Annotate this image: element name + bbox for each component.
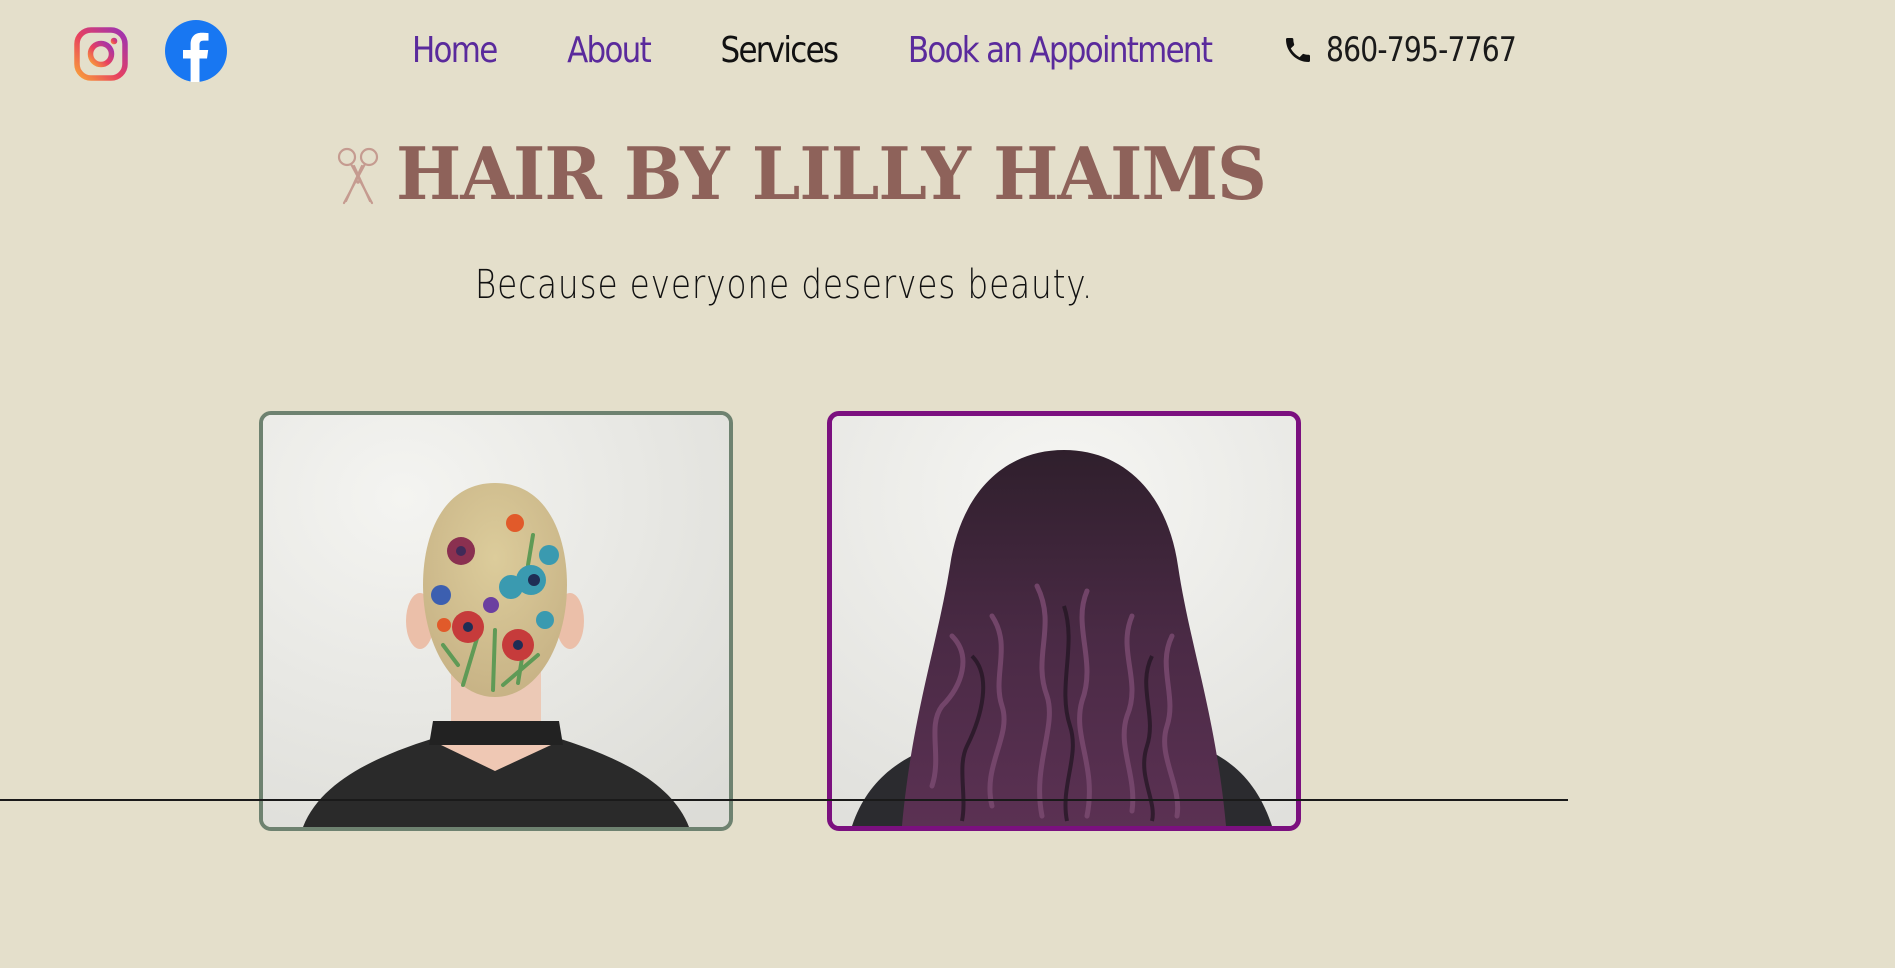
- facebook-icon: [165, 20, 227, 82]
- phone-number[interactable]: 860-795-7767: [1326, 30, 1517, 70]
- nav-item-home[interactable]: Home: [412, 26, 498, 76]
- page-title: HAIR BY LILLY HAIMS: [396, 131, 1267, 216]
- wavy-hair-photo: [832, 416, 1296, 826]
- gallery-card-flower-head[interactable]: [259, 411, 733, 831]
- nav-item-about[interactable]: About: [567, 26, 652, 76]
- page-bottom-divider: [0, 799, 1568, 801]
- instagram-link[interactable]: [74, 27, 128, 81]
- nav-item-services[interactable]: Services: [721, 26, 840, 76]
- brand-header: HAIR BY LILLY HAIMS: [334, 134, 1302, 214]
- phone-icon: [1282, 34, 1314, 66]
- main-nav: Home About Services Book an Appointment: [412, 26, 1282, 76]
- social-links: [74, 20, 227, 82]
- facebook-link[interactable]: [165, 20, 227, 82]
- scissors-icon: [334, 141, 382, 207]
- nav-item-book-appointment[interactable]: Book an Appointment: [908, 26, 1213, 76]
- gallery-card-wavy-hair[interactable]: [827, 411, 1301, 831]
- tagline: Because everyone deserves beauty.: [0, 262, 1568, 308]
- phone-contact[interactable]: 860-795-7767: [1282, 30, 1555, 70]
- instagram-icon: [74, 27, 128, 81]
- flower-head-photo: [263, 415, 729, 827]
- tagline-text: Because everyone deserves beauty.: [474, 262, 1094, 308]
